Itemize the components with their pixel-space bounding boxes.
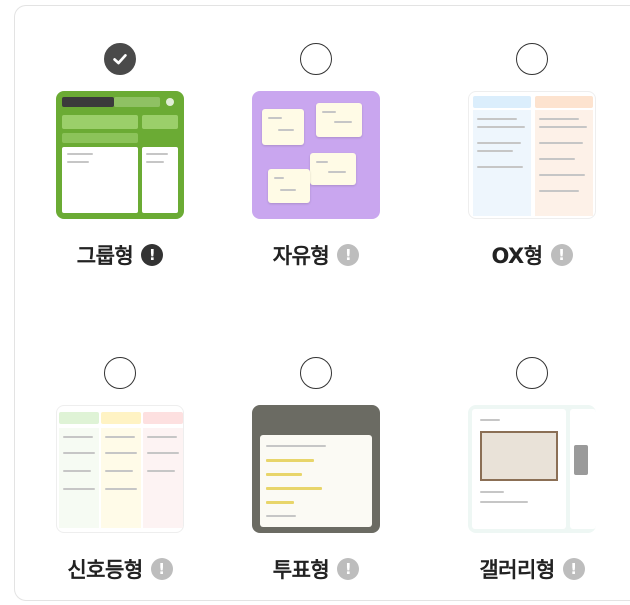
layout-label: 신호등형	[67, 558, 143, 582]
layout-label-row: 갤러리형 !	[427, 554, 630, 584]
layout-option-free[interactable]: 자유형 !	[211, 43, 421, 293]
radio-unselected[interactable]	[104, 357, 136, 389]
gallery-layout-thumbnail	[468, 405, 596, 533]
radio-unselected[interactable]	[300, 43, 332, 75]
layout-label-row: 그룹형 !	[15, 240, 225, 270]
vote-layout-thumbnail	[252, 405, 380, 533]
exclamation-circle-icon[interactable]: !	[337, 244, 360, 266]
layout-option-group[interactable]: 그룹형 !	[15, 43, 225, 293]
radio-selected[interactable]	[104, 43, 136, 75]
exclamation-circle-icon[interactable]: !	[337, 558, 360, 580]
layout-option-signal[interactable]: 신호등형 !	[15, 357, 225, 605]
layout-label: 자유형	[272, 244, 330, 268]
layout-label-row: 신호등형 !	[15, 554, 225, 584]
layout-label: OX형	[491, 244, 543, 268]
ox-layout-thumbnail	[468, 91, 596, 219]
layout-label-row: OX형 !	[427, 240, 630, 270]
exclamation-circle-icon[interactable]: !	[150, 558, 173, 580]
layout-label-row: 투표형 !	[211, 554, 421, 584]
radio-unselected[interactable]	[516, 357, 548, 389]
signal-layout-thumbnail	[56, 405, 184, 533]
layout-label: 투표형	[272, 558, 330, 582]
layout-option-ox[interactable]: OX형 !	[427, 43, 630, 293]
layout-label-row: 자유형 !	[211, 240, 421, 270]
check-icon	[113, 54, 127, 65]
radio-unselected[interactable]	[516, 43, 548, 75]
exclamation-circle-icon[interactable]: !	[550, 244, 573, 266]
group-layout-thumbnail	[56, 91, 184, 219]
layout-label: 갤러리형	[479, 558, 555, 582]
free-layout-thumbnail	[252, 91, 380, 219]
layout-picker-panel: 그룹형 ! 자유형 ! OX형 ! 신호등형 ! 투표형 ! 갤러리형 !	[14, 5, 630, 601]
exclamation-circle-icon[interactable]: !	[562, 558, 585, 580]
layout-label: 그룹형	[76, 244, 134, 268]
radio-unselected[interactable]	[300, 357, 332, 389]
exclamation-circle-icon[interactable]: !	[141, 244, 164, 266]
layout-option-gallery[interactable]: 갤러리형 !	[427, 357, 630, 605]
layout-option-vote[interactable]: 투표형 !	[211, 357, 421, 605]
